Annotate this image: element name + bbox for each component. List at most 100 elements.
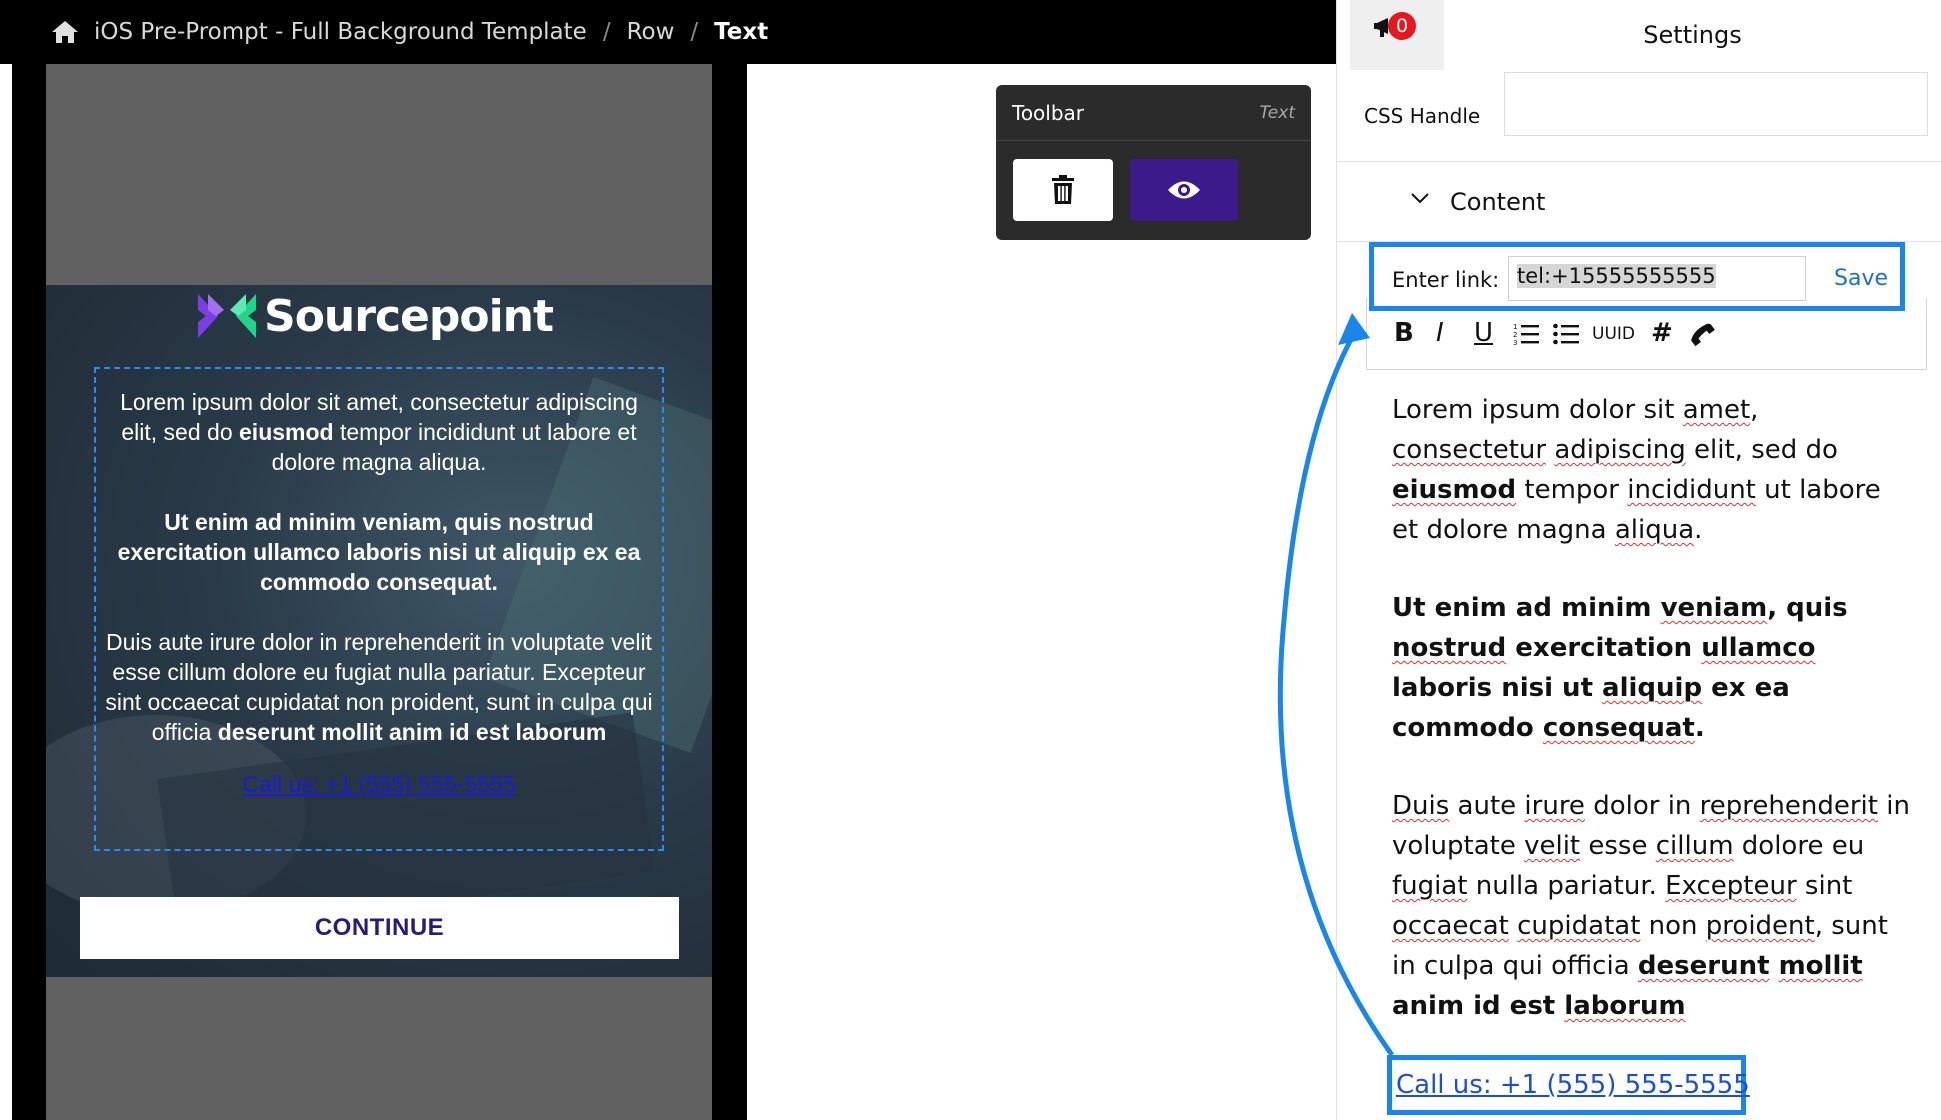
editor-text: cupidatat	[1517, 911, 1641, 941]
ordered-list-icon[interactable]: 1 2 3	[1513, 322, 1539, 346]
italic-button[interactable]: I	[1436, 318, 1444, 348]
editor-text: Ut enim ad minim	[1392, 593, 1661, 623]
breadcrumb: iOS Pre-Prompt - Full Background Templat…	[0, 0, 1350, 64]
editor-text: ullamco	[1701, 633, 1816, 663]
uuid-button[interactable]: UUID	[1592, 324, 1635, 344]
editor-text: laboris nisi ut	[1392, 673, 1603, 703]
editor-text: dolore eu	[1733, 831, 1865, 861]
notifications-button[interactable]: 0	[1350, 0, 1444, 70]
editor-text: velit	[1524, 831, 1581, 861]
editor-text	[1509, 911, 1517, 941]
rich-text-editor[interactable]: Lorem ipsum dolor sit amet, consectetur …	[1392, 390, 1912, 1064]
svg-text:1: 1	[1513, 323, 1517, 331]
sourcepoint-logo[interactable]: Sourcepoint	[196, 287, 554, 345]
bullet-list-icon[interactable]	[1553, 322, 1579, 346]
editor-bold-text: laborum	[1564, 991, 1686, 1021]
link-save-button[interactable]: Save	[1834, 266, 1888, 291]
element-toolbar: Toolbar Text	[996, 85, 1311, 240]
preview-paragraph-3: Duis aute irure dolor in reprehenderit i…	[100, 627, 658, 747]
editor-paragraph-1: Lorem ipsum dolor sit amet, consectetur …	[1392, 390, 1912, 550]
editor-text: Duis	[1392, 791, 1450, 821]
breadcrumb-separator: /	[602, 19, 611, 45]
toolbar-header: Toolbar Text	[996, 85, 1311, 141]
breadcrumb-item-current: Text	[714, 19, 769, 45]
logo-text: Sourcepoint	[264, 290, 554, 342]
text-block-selected[interactable]: Lorem ipsum dolor sit amet, consectetur …	[94, 367, 664, 851]
link-editor-label: Enter link:	[1392, 268, 1500, 292]
css-handle-row: CSS Handle	[1337, 70, 1941, 162]
editor-text: adipiscing	[1554, 435, 1686, 465]
editor-text: Excepteur	[1665, 871, 1797, 901]
preview-button[interactable]	[1130, 159, 1238, 221]
preview-bold-text: Ut enim ad minim veniam, quis nostrud ex…	[117, 509, 641, 595]
editor-bold-text: anim id est	[1392, 991, 1565, 1021]
preview-paragraph-2: Ut enim ad minim veniam, quis nostrud ex…	[100, 507, 658, 597]
link-editor: Enter link: tel:+15555555555 Save	[1369, 242, 1905, 311]
editor-bold-text	[1770, 951, 1779, 981]
preview-bold-text: deserunt mollit anim id est laborum	[217, 719, 607, 745]
continue-button[interactable]: CONTINUE	[80, 897, 679, 959]
editor-text: irure	[1524, 791, 1585, 821]
editor-text: non	[1640, 911, 1706, 941]
sourcepoint-logo-mark-icon	[198, 294, 256, 338]
delete-button[interactable]	[1013, 159, 1113, 221]
phone-icon[interactable]	[1689, 322, 1715, 348]
editor-text: Lorem ipsum dolor sit	[1392, 395, 1683, 425]
editor-text: aliqua	[1614, 515, 1695, 545]
editor-text: .	[1694, 713, 1705, 743]
editor-text: , quis	[1767, 593, 1848, 623]
editor-bold-text: eiusmod	[1392, 475, 1517, 505]
prompt-background[interactable]: Sourcepoint Lorem ipsum dolor sit amet, …	[46, 285, 712, 977]
editor-text: consequat	[1542, 713, 1695, 743]
toolbar-title: Toolbar	[1012, 100, 1085, 125]
editor-text: proident	[1705, 911, 1815, 941]
chevron-down-icon	[1411, 193, 1429, 204]
preview-bold-text: eiusmod	[239, 419, 334, 445]
hashtag-button[interactable]: #	[1651, 318, 1673, 348]
editor-text: esse	[1580, 831, 1656, 861]
bold-button[interactable]: B	[1394, 318, 1414, 348]
link-input-value: tel:+15555555555	[1517, 264, 1716, 288]
notification-badge: 0	[1388, 12, 1416, 40]
editor-text: ,	[1750, 395, 1759, 425]
editor-text: cillum	[1655, 831, 1734, 861]
toolbar-element-type: Text	[1259, 102, 1295, 123]
editor-text: sint	[1796, 871, 1853, 901]
editor-text: aliquip	[1602, 673, 1703, 703]
preview-call-link[interactable]: Call us: +1 (555) 555-5555	[243, 771, 516, 797]
breadcrumb-item-row[interactable]: Row	[627, 19, 675, 45]
eye-icon	[1168, 181, 1200, 199]
editor-call-link[interactable]: Call us: +1 (555) 555-5555	[1396, 1070, 1750, 1100]
editor-text: exercitation	[1506, 633, 1702, 663]
preview-paragraph-1: Lorem ipsum dolor sit amet, consectetur …	[100, 387, 658, 477]
editor-text: reprehenderit	[1699, 791, 1878, 821]
editor-text: veniam	[1660, 593, 1768, 623]
content-section-label: Content	[1450, 188, 1546, 216]
call-link-highlight: Call us: +1 (555) 555-5555	[1387, 1055, 1750, 1115]
link-input[interactable]: tel:+15555555555	[1508, 256, 1806, 301]
css-handle-label: CSS Handle	[1364, 104, 1481, 128]
trash-icon	[1052, 175, 1074, 204]
canvas-area: Sourcepoint Lorem ipsum dolor sit amet, …	[0, 64, 747, 1120]
home-icon[interactable]	[50, 19, 80, 45]
editor-text: fugiat	[1392, 871, 1468, 901]
breadcrumb-separator: /	[690, 19, 699, 45]
css-handle-input[interactable]	[1504, 72, 1928, 136]
settings-title: Settings	[1643, 21, 1742, 49]
editor-text: incididunt	[1627, 475, 1756, 505]
editor-text: tempor	[1516, 475, 1628, 505]
editor-text: nostrud	[1392, 633, 1507, 663]
editor-text: elit, sed do	[1685, 435, 1838, 465]
content-section-header[interactable]: Content	[1337, 162, 1941, 242]
editor-paragraph-3: Duis aute irure dolor in reprehenderit i…	[1392, 786, 1912, 1026]
breadcrumb-item-template[interactable]: iOS Pre-Prompt - Full Background Templat…	[94, 19, 587, 45]
editor-text: .	[1694, 515, 1703, 545]
underline-button[interactable]: U	[1474, 318, 1493, 348]
phone-preview: Sourcepoint Lorem ipsum dolor sit amet, …	[46, 64, 712, 1120]
editor-text: nulla pariatur.	[1467, 871, 1666, 901]
editor-text: amet	[1682, 395, 1751, 425]
editor-bold-text: mollit	[1778, 951, 1863, 981]
svg-text:2: 2	[1513, 331, 1517, 339]
svg-text:3: 3	[1513, 339, 1517, 346]
editor-text: occaecat	[1392, 911, 1509, 941]
